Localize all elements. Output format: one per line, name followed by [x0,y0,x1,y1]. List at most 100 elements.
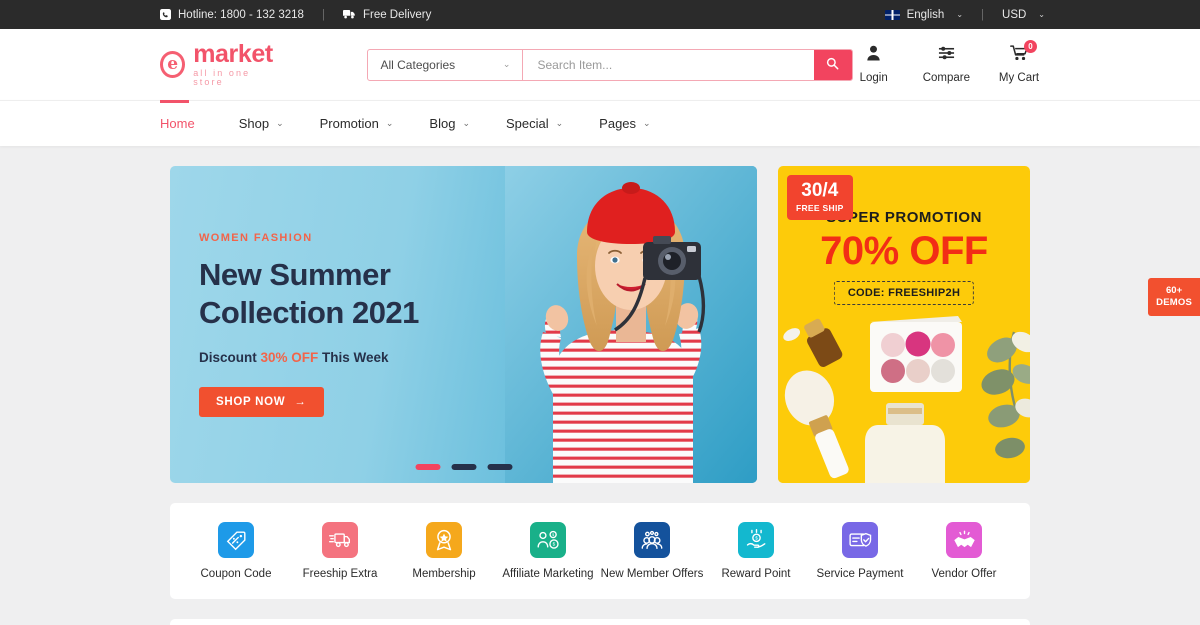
nav-label: Shop [238,116,270,131]
service-label: Coupon Code [200,568,272,580]
topbar-separator-2: | [981,8,985,21]
slider-dot-3[interactable] [487,464,512,470]
promo-banner[interactable]: 30/4 FREE SHIP SUPER PROMOTION 70% OFF C… [778,166,1030,483]
demos-label: DEMOS [1156,296,1192,308]
service-label: Vendor Offer [931,568,997,580]
hero-sub-highlight: 30% OFF [260,349,319,365]
hero-slider[interactable]: WOMEN FASHION New Summer Collection 2021… [170,166,757,483]
service-membership[interactable]: Membership [392,522,496,580]
slider-dot-2[interactable] [451,464,476,470]
nav-item-shop[interactable]: Shop ⌄ [221,101,302,146]
service-vendor-offer[interactable]: Vendor Offer [912,522,1016,580]
category-dropdown[interactable]: All Categories ⌄ [368,49,524,80]
header-actions: Login Compare 0 My Cart [853,40,1040,84]
main-navigation: Home Shop ⌄ Promotion ⌄ Blog ⌄ Special ⌄… [0,100,1200,146]
promo-badge-text: FREE SHIP [796,203,844,213]
topbar-separator: | [321,8,325,21]
site-header: e market all in one store All Categories… [0,29,1200,100]
service-label: Reward Point [721,568,791,580]
search-button[interactable] [813,49,852,80]
slider-dots [415,464,512,470]
hero-subtext: Discount 30% OFF This Week [199,350,419,365]
service-coupon-code[interactable]: Coupon Code [184,522,288,580]
demos-count: 60+ [1166,285,1183,296]
compare-label: Compare [922,72,970,84]
nav-label: Promotion [319,116,379,131]
nav-item-promotion[interactable]: Promotion ⌄ [302,101,412,146]
promo-badge: 30/4 FREE SHIP [787,175,853,220]
nav-label: Home [160,116,195,131]
currency-label: USD [1002,8,1027,21]
demos-side-tab[interactable]: 60+ DEMOS [1148,278,1200,316]
promo-discount: 70% OFF [820,229,988,273]
hero-sub-pre: Discount [199,349,261,365]
chevron-down-icon: ⌄ [502,59,511,69]
svg-text:$: $ [755,536,758,541]
nav-item-blog[interactable]: Blog ⌄ [411,101,488,146]
nav-item-pages[interactable]: Pages ⌄ [581,101,668,146]
service-reward-point[interactable]: $ Reward Point [704,522,808,580]
service-payment[interactable]: Service Payment [808,522,912,580]
chevron-down-icon: ⌄ [276,118,284,128]
language-selector[interactable]: English ⌄ [884,8,964,21]
search-bar: All Categories ⌄ [367,48,853,81]
service-freeship-extra[interactable]: Freeship Extra [288,522,392,580]
chevron-down-icon: ⌄ [385,118,394,128]
free-delivery-info: Free Delivery [342,8,432,21]
truck-icon [342,9,356,20]
service-label: New Member Offers [600,568,704,580]
search-icon [826,57,839,73]
promo-code: CODE: FREESHIP2H [833,281,975,305]
search-input[interactable] [523,49,814,80]
uk-flag-icon [884,9,900,20]
cart-count-badge: 0 [1024,40,1037,53]
nav-item-special[interactable]: Special ⌄ [488,101,581,146]
site-logo[interactable]: e market all in one store [160,42,277,87]
free-delivery-text: Free Delivery [362,8,432,21]
medal-icon [426,522,462,558]
logo-name: market [193,40,273,68]
service-label: Service Payment [816,568,904,580]
svg-text:$: $ [553,541,556,546]
chevron-down-icon: ⌄ [1038,10,1045,19]
nav-item-home[interactable]: Home [160,100,221,146]
hero-heading-line2: Collection 2021 [199,295,419,331]
service-label: Affiliate Marketing [502,568,594,580]
slider-dot-1[interactable] [415,464,440,470]
nav-label: Pages [599,116,637,131]
compare-button[interactable]: Compare [923,45,970,84]
hero-slide-text: WOMEN FASHION New Summer Collection 2021… [199,232,419,417]
cart-label: My Cart [998,72,1040,84]
hero-kicker: WOMEN FASHION [199,232,313,244]
nav-label: Blog [429,116,456,131]
hero-heading-line1: New Summer [199,257,391,292]
login-button[interactable]: Login [853,45,895,84]
sliders-icon [938,45,955,66]
service-label: Membership [412,568,476,580]
currency-selector[interactable]: USD ⌄ [1002,9,1045,21]
phone-icon [160,9,171,20]
group-users-icon [634,522,670,558]
hotline-text: Hotline: 1800 - 132 3218 [178,8,304,21]
login-label: Login [859,72,888,84]
shop-now-button[interactable]: SHOP NOW → [199,386,324,417]
promo-cosmetics-photo [778,308,1030,483]
hotline-info: Hotline: 1800 - 132 3218 [160,9,304,21]
nav-label: Special [505,116,549,131]
service-new-member-offers[interactable]: New Member Offers [600,522,704,580]
handshake-icon [946,522,982,558]
service-affiliate-marketing[interactable]: $ $ Affiliate Marketing [496,522,600,580]
tag-icon [218,522,254,558]
language-label: English [906,8,945,21]
chevron-down-icon: ⌄ [555,118,564,128]
hand-coin-icon: $ [738,522,774,558]
user-icon [866,45,881,66]
logo-e-icon: e [160,51,186,78]
chevron-down-icon: ⌄ [956,10,964,19]
category-selected-label: All Categories [380,57,456,72]
promo-badge-date: 30/4 [801,180,839,201]
card-shield-icon [842,522,878,558]
cart-button[interactable]: 0 My Cart [998,40,1040,84]
service-label: Freeship Extra [302,568,378,580]
next-section-peek [170,619,1030,625]
